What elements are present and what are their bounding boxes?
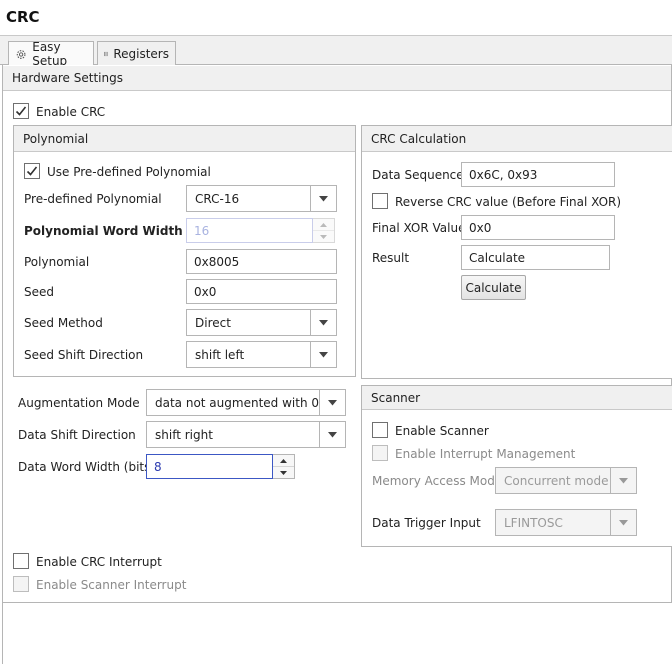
seed-shift-direction-value: shift left — [195, 347, 245, 362]
checkmark-icon — [26, 166, 38, 176]
enable-crc-checkbox[interactable] — [13, 103, 29, 119]
scanner-header: Scanner — [362, 386, 672, 410]
chevron-down-icon[interactable] — [319, 422, 345, 447]
chevron-down-icon[interactable] — [310, 342, 336, 367]
checkmark-icon — [15, 106, 27, 116]
tab-easy-setup[interactable]: Easy Setup — [8, 40, 94, 68]
enable-scanner-interrupt-checkbox[interactable] — [13, 576, 29, 592]
augmentation-mode-select[interactable]: data not augmented with 0's — [146, 389, 346, 416]
tab-easy-setup-label: Easy Setup — [32, 40, 68, 68]
augmentation-mode-value: data not augmented with 0's — [155, 395, 319, 410]
hardware-settings-header: Hardware Settings — [3, 66, 671, 91]
enable-interrupt-management-label: Enable Interrupt Management — [395, 447, 576, 461]
memory-access-mode-label: Memory Access Mode — [372, 474, 503, 488]
enable-scanner-label: Enable Scanner — [395, 424, 489, 438]
polynomial-input[interactable]: 0x8005 — [186, 249, 337, 274]
tab-registers-label: Registers — [113, 46, 169, 61]
result-output: Calculate — [461, 245, 610, 270]
seed-input[interactable]: 0x0 — [186, 279, 337, 304]
page-left-border — [2, 603, 3, 664]
predefined-polynomial-value: CRC-16 — [195, 191, 240, 206]
seed-method-value: Direct — [195, 315, 231, 330]
data-trigger-input-value: LFINTOSC — [504, 515, 563, 530]
seed-method-select[interactable]: Direct — [186, 309, 337, 336]
registers-icon — [104, 51, 109, 56]
enable-crc-interrupt-checkbox[interactable] — [13, 553, 29, 569]
polynomial-word-width-stepper[interactable] — [313, 218, 335, 243]
polynomial-label: Polynomial — [24, 255, 90, 269]
stepper-up-icon[interactable] — [313, 219, 334, 230]
hardware-settings-title: Hardware Settings — [12, 71, 123, 85]
title-bar — [0, 0, 672, 36]
scanner-title: Scanner — [371, 390, 421, 405]
reverse-crc-checkbox[interactable] — [372, 193, 388, 209]
crc-calculation-header: CRC Calculation — [362, 126, 672, 152]
seed-shift-direction-select[interactable]: shift left — [186, 341, 337, 368]
enable-interrupt-management-checkbox[interactable] — [372, 445, 388, 461]
data-shift-direction-value: shift right — [155, 427, 213, 442]
result-label: Result — [372, 251, 410, 265]
chevron-down-icon[interactable] — [610, 510, 636, 535]
polynomial-title: Polynomial — [23, 131, 89, 146]
use-predefined-polynomial-label: Use Pre-defined Polynomial — [47, 165, 211, 179]
seed-label: Seed — [24, 285, 54, 299]
chevron-down-icon[interactable] — [610, 468, 636, 493]
chevron-down-icon[interactable] — [310, 186, 336, 211]
memory-access-mode-select[interactable]: Concurrent mode — [495, 467, 637, 494]
reverse-crc-label: Reverse CRC value (Before Final XOR) — [395, 195, 622, 209]
final-xor-label: Final XOR Value — [372, 221, 466, 235]
calculate-button[interactable]: Calculate — [461, 275, 526, 300]
data-shift-direction-select[interactable]: shift right — [146, 421, 346, 448]
enable-crc-label: Enable CRC — [36, 105, 106, 119]
tab-registers[interactable]: Registers — [97, 41, 176, 65]
use-predefined-polynomial-checkbox[interactable] — [24, 163, 40, 179]
data-word-width-label: Data Word Width (bits) — [18, 460, 156, 474]
stepper-down-icon[interactable] — [313, 230, 334, 242]
data-word-width-input[interactable]: 8 — [146, 454, 273, 479]
window-title: CRC — [6, 8, 40, 26]
enable-crc-interrupt-label: Enable CRC Interrupt — [36, 555, 162, 569]
chevron-down-icon[interactable] — [319, 390, 345, 415]
stepper-down-icon[interactable] — [273, 466, 294, 478]
enable-scanner-checkbox[interactable] — [372, 422, 388, 438]
stepper-up-icon[interactable] — [273, 455, 294, 466]
data-word-width-stepper[interactable] — [273, 454, 295, 479]
chevron-down-icon[interactable] — [310, 310, 336, 335]
predefined-polynomial-label: Pre-defined Polynomial — [24, 192, 162, 206]
memory-access-mode-value: Concurrent mode — [504, 473, 609, 488]
predefined-polynomial-select[interactable]: CRC-16 — [186, 185, 337, 212]
data-shift-direction-label: Data Shift Direction — [18, 428, 136, 442]
crc-calculation-title: CRC Calculation — [371, 131, 467, 146]
data-trigger-input-select[interactable]: LFINTOSC — [495, 509, 637, 536]
final-xor-input[interactable]: 0x0 — [461, 215, 615, 240]
augmentation-mode-label: Augmentation Mode — [18, 396, 140, 410]
data-sequence-input[interactable]: 0x6C, 0x93 — [461, 162, 615, 187]
gear-icon — [16, 49, 26, 59]
enable-scanner-interrupt-label: Enable Scanner Interrupt — [36, 578, 187, 592]
data-sequence-label: Data Sequence — [372, 168, 464, 182]
seed-shift-direction-label: Seed Shift Direction — [24, 348, 144, 362]
polynomial-header: Polynomial — [14, 126, 355, 152]
polynomial-word-width-input[interactable]: 16 — [186, 218, 313, 243]
seed-method-label: Seed Method — [24, 316, 103, 330]
data-trigger-input-label: Data Trigger Input — [372, 516, 481, 530]
